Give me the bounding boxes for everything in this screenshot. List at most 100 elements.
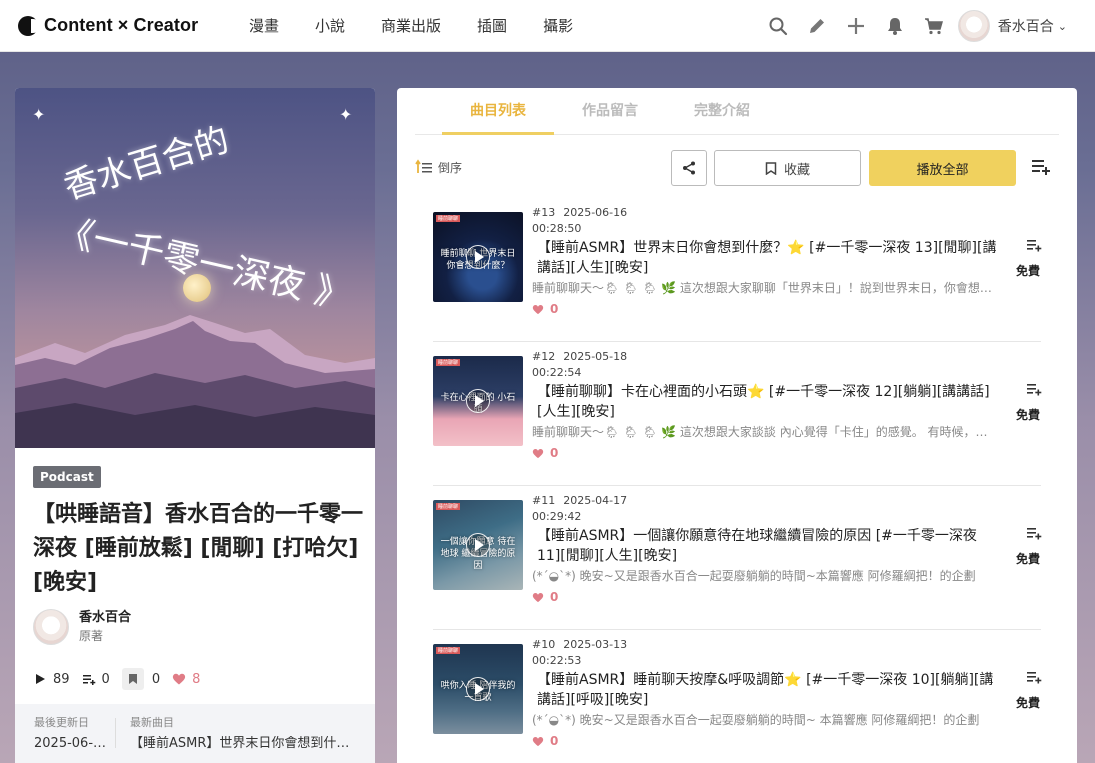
episode-thumbnail[interactable]: 睡前聊聊 一個讓你願意 待在地球 繼續冒險的原因 xyxy=(433,500,523,590)
episode-likes: 0 xyxy=(532,446,558,460)
nav-link-illustration[interactable]: 插圖 xyxy=(477,15,507,36)
work-info-card: ✦ ✦ ✦ ✦ 香水百合的 《一千零一深夜 》 Podcast 【哄睡語音】香水… xyxy=(15,88,375,763)
moon-graphic xyxy=(183,274,211,302)
content-tabs: 曲目列表 作品留言 完整介紹 xyxy=(415,88,1059,135)
heart-icon[interactable] xyxy=(532,592,544,603)
author-meta: 香水百合 原著 xyxy=(79,609,131,645)
episode-title[interactable]: 【睡前ASMR】睡前聊天按摩&呼吸調節⭐ [#一千零一深夜 10][躺躺][講講… xyxy=(537,670,999,710)
episode-price: 免費 xyxy=(1016,696,1041,710)
sort-icon xyxy=(415,159,432,173)
tab-comments[interactable]: 作品留言 xyxy=(554,88,666,135)
nav-link-manga[interactable]: 漫畫 xyxy=(249,15,279,36)
heart-icon[interactable] xyxy=(532,736,544,747)
episode-thumbnail[interactable]: 睡前聊聊 睡前聊聊 世界末日 你會想到什麼？ xyxy=(433,212,523,302)
plus-icon[interactable] xyxy=(845,15,867,37)
heart-icon[interactable] xyxy=(532,448,544,459)
bookmark-count-value: 0 xyxy=(151,671,161,687)
play-icon[interactable] xyxy=(466,677,490,701)
episode-title[interactable]: 【睡前ASMR】一個讓你願意待在地球繼續冒險的原因 [#一千零一深夜 11][閒… xyxy=(537,526,999,566)
episode-title[interactable]: 【睡前聊聊】卡在心裡面的小石頭⭐ [#一千零一深夜 12][躺躺][講講話][人… xyxy=(537,382,999,422)
episode-like-count: 0 xyxy=(550,302,559,316)
episode-number: #10 xyxy=(532,638,556,651)
episode-likes: 0 xyxy=(532,734,558,748)
episode-thumbnail[interactable]: 睡前聊聊 哄你入睡 陪伴我的一首歌 xyxy=(433,644,523,734)
user-avatar[interactable] xyxy=(957,10,990,42)
sort-order-button[interactable]: 倒序 xyxy=(415,158,462,176)
play-icon[interactable] xyxy=(466,245,490,269)
heart-icon[interactable] xyxy=(532,304,544,315)
episode-item[interactable]: 睡前聊聊 睡前聊聊 世界末日 你會想到什麼？ #13 2025-06-16 00:… xyxy=(433,198,1042,342)
tab-full-intro[interactable]: 完整介紹 xyxy=(666,88,778,135)
latest-episode: 最新曲目 【睡前ASMR】世界末日你會想到什麼？⭐ [#一千零一深夜 13][閒… xyxy=(130,716,355,752)
bookmark-count: 0 xyxy=(121,668,161,690)
play-icon[interactable] xyxy=(466,389,490,413)
add-all-to-playlist-icon[interactable] xyxy=(1030,156,1052,178)
episode-date: 2025-04-17 xyxy=(563,494,628,507)
author-avatar[interactable] xyxy=(33,609,69,645)
chevron-down-icon[interactable]: ⌄ xyxy=(1058,20,1067,33)
play-all-button[interactable]: 播放全部 xyxy=(869,150,1016,186)
episode-description: 睡前聊聊天～🌦 🌦 🌦 🌿 這次想跟大家談談 內心覺得「卡住」的感覺。 有時候，… xyxy=(532,425,994,439)
divider xyxy=(115,718,116,748)
work-stats: 89 0 0 8 xyxy=(33,668,212,690)
episode-panel: 曲目列表 作品留言 完整介紹 倒序 收藏 播放全部 睡前聊聊 睡前聊聊 世界末日… xyxy=(397,88,1077,763)
pencil-icon[interactable] xyxy=(806,15,828,37)
share-button[interactable] xyxy=(671,150,707,186)
add-to-playlist-icon[interactable] xyxy=(1026,238,1042,252)
brand-mark-icon xyxy=(18,15,40,36)
episode-thumbnail[interactable]: 睡前聊聊 卡在心裡面的 小石頭 xyxy=(433,356,523,446)
episode-item[interactable]: 睡前聊聊 卡在心裡面的 小石頭 #12 2025-05-18 00:22:54 【… xyxy=(433,342,1042,486)
add-to-playlist-icon[interactable] xyxy=(1026,670,1042,684)
episode-description: 睡前聊聊天～🌦 🌦 🌦 🌿 這次想跟大家聊聊「世界末日」！說到世界末日，你會想到… xyxy=(532,281,994,295)
episode-item[interactable]: 睡前聊聊 哄你入睡 陪伴我的一首歌 #10 2025-03-13 00:22:53… xyxy=(433,630,1042,763)
episode-date: 2025-06-16 xyxy=(563,206,628,219)
thumbnail-tag: 睡前聊聊 xyxy=(436,503,461,510)
episode-like-count: 0 xyxy=(550,734,559,748)
cover-title-line-1: 香水百合的 xyxy=(59,119,234,208)
thumbnail-tag: 睡前聊聊 xyxy=(436,647,461,654)
episode-item[interactable]: 睡前聊聊 一個讓你願意 待在地球 繼續冒險的原因 #11 2025-04-17 0… xyxy=(433,486,1042,630)
update-info-box: 最後更新日 2025-06-16 最新曲目 【睡前ASMR】世界末日你會想到什麼… xyxy=(15,704,375,763)
tab-episode-list[interactable]: 曲目列表 xyxy=(442,88,554,135)
play-icon[interactable] xyxy=(466,533,490,557)
bell-icon[interactable] xyxy=(884,15,906,37)
episode-like-count: 0 xyxy=(550,446,559,460)
episode-meta: #12 2025-05-18 xyxy=(532,350,627,364)
last-updated-label: 最後更新日 xyxy=(34,716,89,729)
author-role: 原著 xyxy=(79,629,104,643)
episode-like-count: 0 xyxy=(550,590,559,604)
queue-count-value: 0 xyxy=(101,671,110,687)
episode-duration: 00:22:53 xyxy=(532,654,582,667)
top-navigation-bar: Content × Creator 漫畫 小說 商業出版 插圖 攝影 香水百合 … xyxy=(0,0,1095,52)
cart-icon[interactable] xyxy=(923,15,945,37)
episode-date: 2025-03-13 xyxy=(563,638,628,651)
content-type-badge: Podcast xyxy=(33,466,101,488)
heart-icon[interactable] xyxy=(172,672,186,686)
user-name[interactable]: 香水百合 xyxy=(998,16,1054,36)
cover-image: ✦ ✦ ✦ ✦ 香水百合的 《一千零一深夜 》 xyxy=(15,88,375,448)
search-icon[interactable] xyxy=(767,15,789,37)
episode-price: 免費 xyxy=(1016,264,1041,278)
nav-link-novel[interactable]: 小說 xyxy=(315,15,345,36)
favorite-button[interactable]: 收藏 xyxy=(714,150,861,186)
episode-description: (*´◒`*) 晚安~又是跟香水百合一起耍廢躺躺的時間~本篇響應 阿修羅綱把！的… xyxy=(532,569,976,583)
bookmark-button[interactable] xyxy=(121,668,144,690)
thumbnail-tag: 睡前聊聊 xyxy=(436,215,461,222)
latest-episode-link[interactable]: 【睡前ASMR】世界末日你會想到什麼？⭐ [#一千零一深夜 13][閒聊][講講… xyxy=(130,736,355,752)
episode-meta: #11 2025-04-17 xyxy=(532,494,627,508)
episode-price: 免費 xyxy=(1016,408,1041,422)
episode-duration: 00:22:54 xyxy=(532,366,582,379)
episode-duration: 00:28:50 xyxy=(532,222,582,235)
add-to-playlist-icon[interactable] xyxy=(1026,526,1042,540)
author-info[interactable]: 香水百合 原著 xyxy=(33,609,131,645)
add-to-playlist-icon[interactable] xyxy=(1026,382,1042,396)
nav-link-photography[interactable]: 攝影 xyxy=(543,15,573,36)
play-count: 89 xyxy=(33,672,70,687)
brand-logo[interactable]: Content × Creator xyxy=(18,15,228,36)
episode-title[interactable]: 【睡前ASMR】世界末日你會想到什麼？⭐ [#一千零一深夜 13][閒聊][講講… xyxy=(537,238,999,278)
author-name[interactable]: 香水百合 xyxy=(79,609,131,627)
favorite-label: 收藏 xyxy=(783,162,810,178)
play-icon xyxy=(36,674,45,684)
like-count: 8 xyxy=(172,672,200,687)
nav-link-commercial[interactable]: 商業出版 xyxy=(381,15,441,36)
